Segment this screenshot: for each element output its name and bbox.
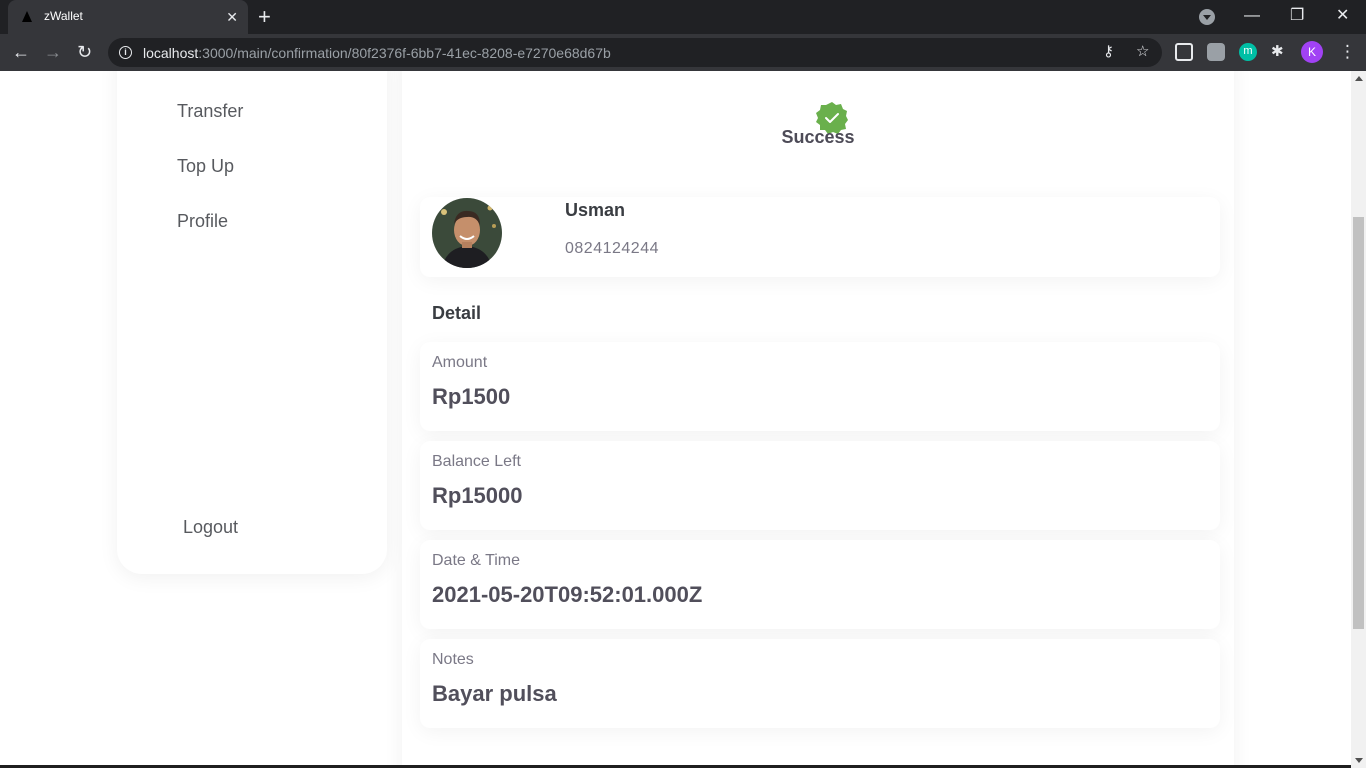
datetime-card: Date & Time 2021-05-20T09:52:01.000Z <box>420 540 1220 629</box>
notes-card: Notes Bayar pulsa <box>420 639 1220 728</box>
amount-label: Amount <box>432 354 488 371</box>
confirmation-panel: Success Usman 0824124244 Detail Amount R… <box>402 71 1234 768</box>
balance-label: Balance Left <box>432 453 521 470</box>
receiver-avatar <box>432 198 502 268</box>
notes-label: Notes <box>432 651 474 668</box>
zwallet-favicon-icon <box>22 11 32 22</box>
logout-button[interactable]: Logout <box>183 517 238 538</box>
page-scrollbar[interactable] <box>1351 71 1366 768</box>
sidebar: Transfer Top Up Profile Logout <box>117 71 387 574</box>
detail-heading: Detail <box>432 303 482 323</box>
amount-card: Amount Rp1500 <box>420 342 1220 431</box>
browser-toolbar: ← → ↻ i localhost:3000/main/confirmation… <box>0 34 1366 71</box>
notes-value: Bayar pulsa <box>432 681 557 706</box>
sidebar-item-topup[interactable]: Top Up <box>177 156 234 177</box>
close-window-button[interactable]: ✕ <box>1336 4 1349 28</box>
sidebar-item-profile[interactable]: Profile <box>177 211 228 232</box>
back-button[interactable]: ← <box>12 39 30 65</box>
reload-button[interactable]: ↻ <box>77 39 92 65</box>
browser-tab[interactable]: zWallet ✕ <box>8 0 248 34</box>
tab-close-icon[interactable]: ✕ <box>226 7 238 27</box>
camera-icon[interactable] <box>1207 43 1225 61</box>
datetime-label: Date & Time <box>432 552 521 569</box>
forward-button[interactable]: → <box>44 39 62 65</box>
url-text[interactable]: localhost:3000/main/confirmation/80f2376… <box>143 45 611 61</box>
balance-card: Balance Left Rp15000 <box>420 441 1220 530</box>
restore-button[interactable]: ❐ <box>1290 4 1304 28</box>
tab-search-icon[interactable] <box>1199 9 1215 25</box>
scroll-up-icon[interactable] <box>1355 76 1363 81</box>
address-bar[interactable]: i localhost:3000/main/confirmation/80f23… <box>108 38 1162 67</box>
extensions-puzzle-icon[interactable]: ✱ <box>1271 43 1284 61</box>
receiver-card: Usman 0824124244 <box>420 197 1220 277</box>
browser-titlebar: zWallet ✕ + — ❐ ✕ <box>0 0 1366 34</box>
tab-title: zWallet <box>44 9 83 23</box>
chrome-menu-icon[interactable]: ⋮ <box>1339 43 1356 61</box>
new-tab-button[interactable]: + <box>258 4 271 30</box>
qr-code-icon[interactable] <box>1175 43 1193 61</box>
minimize-button[interactable]: — <box>1244 4 1260 28</box>
status-title: Success <box>781 127 855 147</box>
receiver-name: Usman <box>565 200 626 220</box>
page-viewport: Transfer Top Up Profile Logout Success U… <box>0 71 1351 768</box>
site-info-icon[interactable]: i <box>119 46 132 59</box>
bookmark-star-icon[interactable]: ☆ <box>1136 43 1149 61</box>
receiver-phone: 0824124244 <box>565 240 659 257</box>
password-key-icon[interactable]: ⚷ <box>1103 43 1114 61</box>
amount-value: Rp1500 <box>432 384 511 409</box>
scroll-down-icon[interactable] <box>1355 758 1363 763</box>
extension-m-icon[interactable]: m <box>1239 43 1257 61</box>
balance-value: Rp15000 <box>432 483 523 508</box>
scroll-thumb[interactable] <box>1353 217 1364 629</box>
datetime-value: 2021-05-20T09:52:01.000Z <box>432 582 703 607</box>
sidebar-item-transfer[interactable]: Transfer <box>177 101 243 122</box>
profile-avatar[interactable]: K <box>1301 41 1323 63</box>
